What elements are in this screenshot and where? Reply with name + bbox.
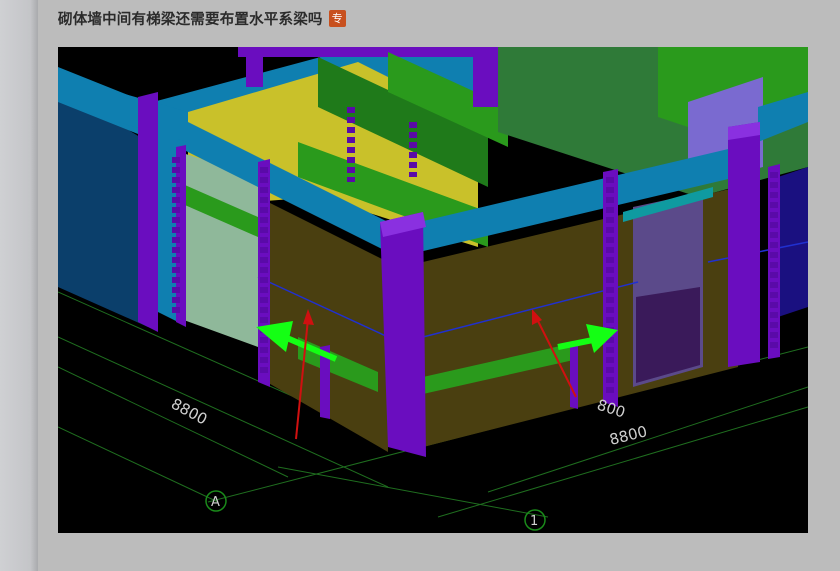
dimension-label-right: 8800 [608,422,649,449]
dimension-label-small: 800 [595,396,628,422]
axis-label-1: 1 [530,514,538,529]
axis-label-a: A [211,495,220,510]
post-title[interactable]: 砌体墙中间有梯梁还需要布置水平系梁吗 [58,8,323,29]
dimension-label-left: 8800 [168,395,210,429]
axis-marker-1: 1 [524,509,546,531]
specialist-badge: 专 [328,9,346,27]
post-title-row: 砌体墙中间有梯梁还需要布置水平系梁吗 专 [58,7,346,29]
axis-marker-a: A [205,490,227,512]
structure-model-image: 8800 800 8800 A 1 [58,47,808,533]
left-gutter [0,0,38,571]
